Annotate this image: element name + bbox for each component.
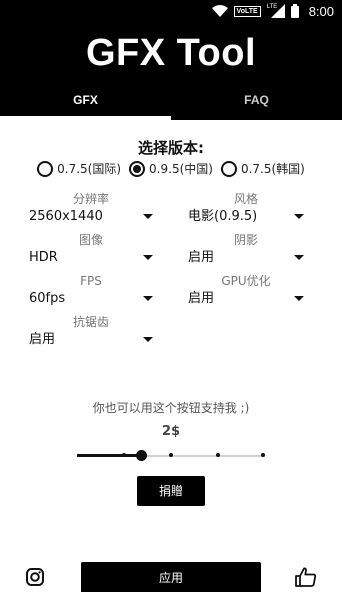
dropdown-caret-icon <box>143 337 153 342</box>
gpu-select[interactable]: 启用 <box>188 289 304 309</box>
fps-setting: FPS 60fps <box>29 273 153 309</box>
dropdown-caret-icon <box>143 296 153 301</box>
shadow-setting: 阴影 启用 <box>188 232 304 268</box>
style-label: 风格 <box>233 192 258 206</box>
gpu-setting: GPU优化 启用 <box>188 273 304 309</box>
resolution-select[interactable]: 2560x1440 <box>29 207 153 227</box>
shadow-select[interactable]: 启用 <box>188 248 304 268</box>
version-radio-group: 0.7.5(国际) 0.9.5(中国) 0.7.5(韩国) <box>0 160 342 177</box>
tab-bar: GFX FAQ <box>0 86 342 120</box>
resolution-setting: 分辨率 2560x1440 <box>29 191 153 227</box>
shadow-label: 阴影 <box>233 233 258 247</box>
support-text: 你也可以用这个按钮支持我 ;) <box>92 401 250 415</box>
fps-select[interactable]: 60fps <box>29 289 153 309</box>
donation-slider[interactable] <box>77 448 265 464</box>
version-option-korea[interactable]: 0.7.5(韩国) <box>220 160 305 177</box>
status-icons: VoLTE LTE 8:00 <box>211 3 334 19</box>
dropdown-caret-icon <box>294 255 304 260</box>
donation-amount: 2$ <box>161 424 181 439</box>
version-option-global[interactable]: 0.7.5(国际) <box>37 160 121 177</box>
antialias-setting: 抗锯齿 启用 <box>29 314 153 350</box>
volte-badge: VoLTE <box>233 5 261 17</box>
radio-icon[interactable] <box>220 160 237 177</box>
style-setting: 风格 电影(0.9.5) <box>188 191 304 227</box>
fps-value: 60fps <box>29 291 66 306</box>
radio-icon[interactable] <box>37 160 54 177</box>
slider-tick <box>216 453 220 457</box>
slider-tick <box>261 453 265 457</box>
radio-icon[interactable] <box>129 160 146 177</box>
style-select[interactable]: 电影(0.9.5) <box>188 207 304 227</box>
app-header: GFX Tool GFX FAQ <box>0 22 342 120</box>
shadow-value: 启用 <box>188 250 215 265</box>
version-option-china[interactable]: 0.9.5(中国) <box>129 160 213 177</box>
apply-button[interactable]: 应用 <box>81 562 261 592</box>
graphics-value: HDR <box>29 250 58 265</box>
signal-icon: LTE <box>267 4 285 18</box>
version-option-label: 0.9.5(中国) <box>149 162 213 176</box>
gpu-value: 启用 <box>188 291 215 306</box>
version-option-label: 0.7.5(韩国) <box>240 162 305 176</box>
gpu-label: GPU优化 <box>221 274 271 288</box>
slider-fill <box>77 454 141 457</box>
slider-tick <box>122 453 126 457</box>
antialias-select[interactable]: 启用 <box>29 330 153 350</box>
dropdown-caret-icon <box>143 255 153 260</box>
resolution-label: 分辨率 <box>72 192 109 206</box>
version-option-label: 0.7.5(国际) <box>57 162 122 176</box>
status-bar: VoLTE LTE 8:00 <box>0 0 342 22</box>
status-time: 8:00 <box>308 3 334 19</box>
donate-button[interactable]: 捐贈 <box>137 476 205 506</box>
resolution-value: 2560x1440 <box>29 209 103 224</box>
tab-faq[interactable]: FAQ <box>171 86 342 120</box>
version-title: 选择版本: <box>138 139 204 157</box>
dropdown-caret-icon <box>143 214 153 219</box>
fps-label: FPS <box>80 274 102 288</box>
bottom-bar: 应用 <box>0 562 342 592</box>
slider-thumb[interactable] <box>136 450 147 461</box>
tab-gfx[interactable]: GFX <box>0 86 171 120</box>
tab-indicator <box>0 116 171 120</box>
graphics-setting: 图像 HDR <box>29 232 153 268</box>
graphics-label: 图像 <box>78 233 103 247</box>
antialias-value: 启用 <box>29 332 56 347</box>
style-value: 电影(0.9.5) <box>188 209 258 224</box>
wifi-icon <box>211 5 228 17</box>
dropdown-caret-icon <box>294 214 304 219</box>
dropdown-caret-icon <box>294 296 304 301</box>
thumbs-up-icon[interactable] <box>295 567 317 587</box>
battery-icon <box>290 4 299 18</box>
graphics-select[interactable]: HDR <box>29 248 153 268</box>
app-title: GFX Tool <box>85 32 257 74</box>
instagram-icon[interactable] <box>26 568 44 586</box>
antialias-label: 抗锯齿 <box>72 315 109 329</box>
slider-tick <box>169 453 173 457</box>
